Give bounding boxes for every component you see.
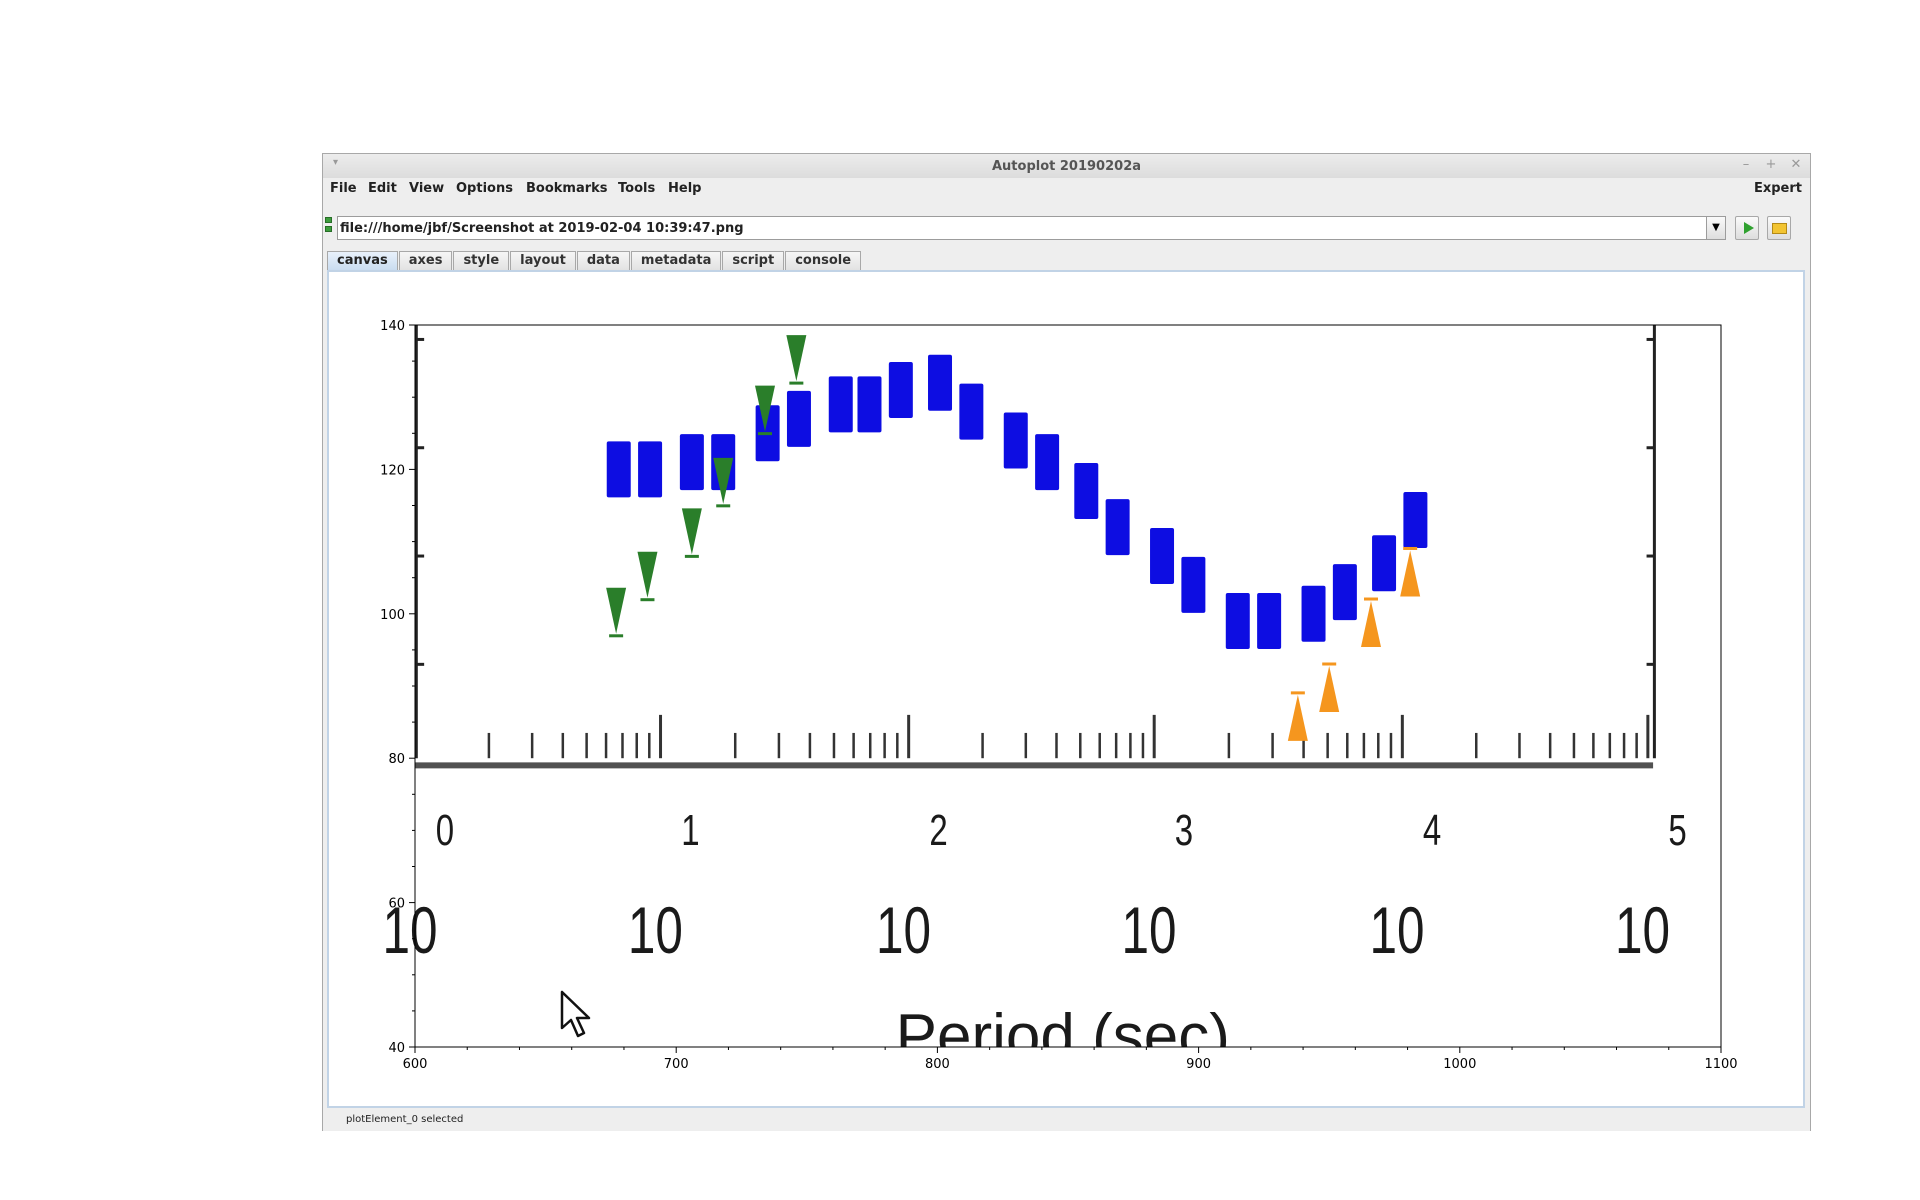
autoplot-window: ▾ Autoplot 20190202a – + ✕ File Edit Vie…	[322, 153, 1811, 1131]
tab-axes[interactable]: axes	[398, 251, 453, 270]
y-tick-label: 40	[388, 1041, 405, 1056]
x-tick-label: 800	[925, 1057, 950, 1072]
expert-toggle[interactable]: Expert	[1754, 181, 1802, 196]
embedded-decade-exponent: 2	[929, 806, 947, 855]
x-tick-label: 700	[664, 1057, 689, 1072]
embedded-decade-exponent: 3	[1175, 806, 1193, 855]
blue-square-marker	[606, 441, 631, 498]
mouse-pointer-icon	[560, 990, 591, 1038]
tab-metadata[interactable]: metadata	[630, 251, 722, 270]
tab-canvas[interactable]: canvas	[327, 251, 398, 270]
y-tick-label: 120	[380, 463, 405, 478]
drag-grip-icon[interactable]	[325, 217, 333, 239]
y-tick-label: 140	[380, 319, 405, 334]
green-down-triangle-marker	[606, 587, 627, 634]
go-button[interactable]	[1735, 216, 1759, 240]
title-bar[interactable]: ▾ Autoplot 20190202a – + ✕	[323, 154, 1810, 179]
embedded-decade-exponent: 0	[436, 806, 454, 855]
green-down-triangle-marker	[681, 508, 702, 555]
status-text: plotElement_0 selected	[346, 1114, 464, 1125]
tab-data[interactable]: data	[576, 251, 630, 270]
menu-view[interactable]: View	[409, 181, 444, 196]
green-down-triangle-marker	[786, 335, 807, 382]
plot-canvas[interactable]: 10 0 10 1 10 2 10 3 10 4 10 5 Period (sec) 600 700 800…	[327, 270, 1805, 1108]
chevron-down-icon: ▼	[1712, 222, 1720, 233]
y-tick-label: 80	[388, 752, 405, 767]
browse-button[interactable]	[1767, 216, 1791, 240]
orange-up-triangle-marker	[1287, 694, 1308, 741]
blue-square-marker	[679, 434, 704, 491]
url-bar: ▼	[323, 214, 1810, 242]
minimize-icon[interactable]: –	[1738, 157, 1754, 172]
orange-up-triangle-marker	[1360, 601, 1381, 648]
play-icon	[1744, 222, 1754, 234]
x-tick-label: 600	[403, 1057, 428, 1072]
plot-frame	[414, 324, 1722, 1048]
window-title: Autoplot 20190202a	[991, 159, 1142, 174]
y-tick-label: 100	[380, 608, 405, 623]
tab-console[interactable]: console	[785, 251, 862, 270]
blue-square-marker	[1105, 499, 1130, 556]
url-input[interactable]	[337, 216, 1725, 240]
blue-square-marker	[888, 361, 913, 418]
maximize-icon[interactable]: +	[1763, 157, 1779, 172]
menu-bookmarks[interactable]: Bookmarks	[526, 181, 608, 196]
embedded-decade-label: 10	[1370, 894, 1425, 968]
tab-strip: canvas axes style layout data metadata s…	[327, 251, 862, 271]
blue-square-marker	[857, 376, 882, 433]
blue-square-marker	[1225, 593, 1250, 650]
blue-square-marker	[1074, 463, 1099, 520]
blue-square-marker	[1332, 564, 1357, 621]
url-dropdown-button[interactable]: ▼	[1706, 216, 1726, 240]
blue-square-marker	[1181, 556, 1206, 613]
embedded-decade-label: 10	[1121, 894, 1176, 968]
data-markers-layer	[606, 335, 1428, 741]
menu-edit[interactable]: Edit	[368, 181, 397, 196]
menu-bar: File Edit View Options Bookmarks Tools H…	[323, 178, 1810, 200]
x-tick-label: 1100	[1704, 1057, 1737, 1072]
folder-icon	[1772, 223, 1787, 234]
embedded-decade-label: 10	[628, 894, 683, 968]
orange-up-triangle-marker	[1400, 550, 1421, 597]
embedded-decade-exponent: 5	[1668, 806, 1686, 855]
blue-square-marker	[828, 376, 853, 433]
green-down-triangle-marker	[637, 551, 658, 598]
blue-square-marker	[786, 390, 811, 447]
blue-square-marker	[1372, 535, 1397, 592]
menu-options[interactable]: Options	[456, 181, 513, 196]
tab-layout[interactable]: layout	[510, 251, 576, 270]
x-tick-label: 900	[1186, 1057, 1211, 1072]
tab-script[interactable]: script	[722, 251, 785, 270]
tab-style[interactable]: style	[453, 251, 510, 270]
embedded-decade-label: 10	[1615, 894, 1670, 968]
blue-square-marker	[928, 354, 953, 411]
embedded-decade-exponent: 1	[681, 806, 699, 855]
blue-square-marker	[1150, 528, 1175, 585]
blue-square-marker	[1257, 593, 1282, 650]
embedded-decade-exponent: 4	[1423, 806, 1441, 855]
menu-file[interactable]: File	[330, 181, 357, 196]
blue-square-marker	[959, 383, 984, 440]
blue-square-marker	[1403, 491, 1428, 548]
embedded-image-layer: 100101102103104105Period (sec)	[382, 325, 1687, 1047]
close-icon[interactable]: ✕	[1788, 157, 1804, 172]
y-tick-label: 60	[388, 897, 405, 912]
status-bar: plotElement_0 selected	[323, 1109, 1810, 1131]
blue-square-marker	[1301, 585, 1326, 642]
plot-svg[interactable]: 100101102103104105Period (sec) 600 700 800…	[329, 272, 1803, 1106]
embedded-decade-label: 10	[876, 894, 931, 968]
plot-axes-layer: 600 700 800 900 1000 1100406080100120140	[380, 319, 1737, 1072]
menu-tools[interactable]: Tools	[618, 181, 655, 196]
blue-square-marker	[1003, 412, 1028, 469]
orange-up-triangle-marker	[1319, 666, 1340, 712]
menu-help[interactable]: Help	[668, 181, 701, 196]
blue-square-marker	[638, 441, 663, 498]
blue-square-marker	[1035, 434, 1060, 491]
x-tick-label: 1000	[1443, 1057, 1476, 1072]
